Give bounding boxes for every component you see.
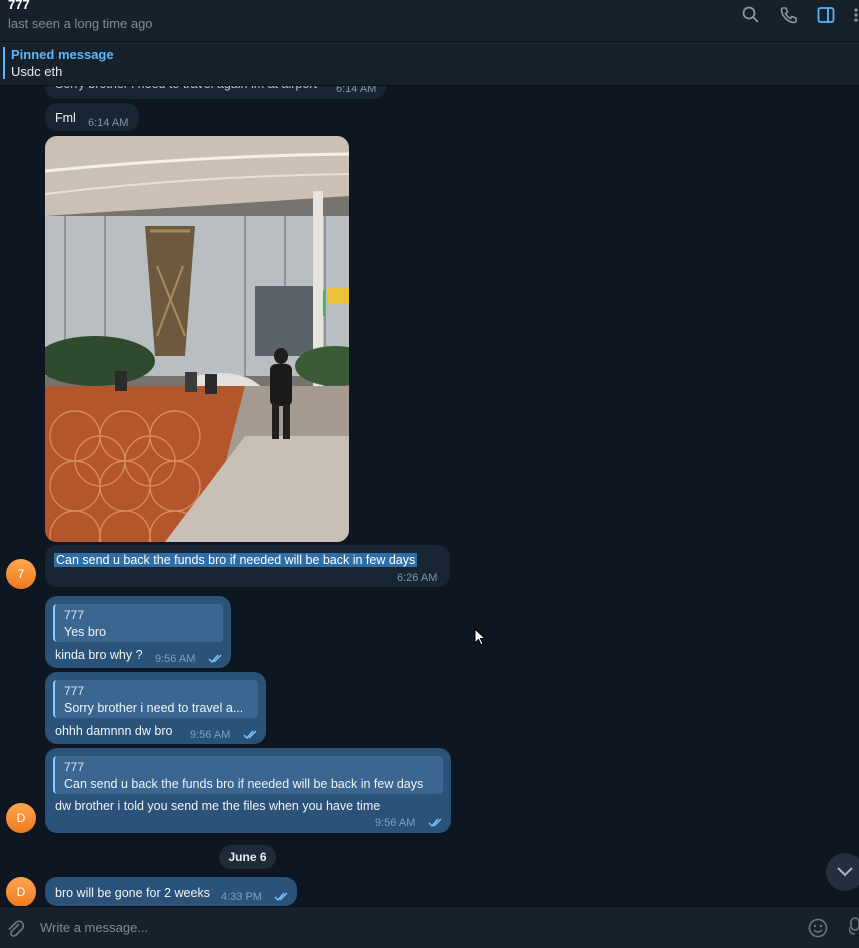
avatar[interactable]: D xyxy=(6,803,36,833)
photo-message[interactable] xyxy=(45,136,349,542)
close-icon[interactable] xyxy=(850,57,859,67)
chevron-down-icon xyxy=(837,867,853,877)
date-separator: June 6 xyxy=(219,845,276,869)
message-input[interactable]: Write a message... xyxy=(40,920,148,935)
read-check-icon xyxy=(208,654,222,664)
message-bubble[interactable]: 777 Yes bro kinda bro why ? 9:56 AM xyxy=(45,596,231,668)
sidebar-toggle-icon[interactable] xyxy=(816,5,836,25)
read-check-icon xyxy=(428,818,442,828)
message-bubble[interactable]: Can send u back the funds bro if needed … xyxy=(45,545,450,587)
message-bubble[interactable]: Sorry brother i need to travel again im … xyxy=(45,74,386,99)
message-text: Sorry brother i need to travel again im … xyxy=(55,77,317,91)
message-time: 6:26 AM xyxy=(397,572,438,584)
read-check-icon xyxy=(274,892,288,902)
reply-text: Sorry brother i need to travel a... xyxy=(64,701,244,715)
search-icon[interactable] xyxy=(741,5,761,25)
message-text: ohhh damnnn dw bro xyxy=(55,724,173,738)
reply-author: 777 xyxy=(64,608,85,622)
avatar[interactable]: 7 xyxy=(6,559,36,589)
message-bubble[interactable]: Fml 6:14 AM xyxy=(45,103,139,131)
message-text: dw brother i told you send me the files … xyxy=(55,799,381,813)
more-icon[interactable] xyxy=(852,5,859,25)
message-time: 6:14 AM xyxy=(88,117,129,129)
reply-text: Yes bro xyxy=(64,625,106,639)
message-time: 4:33 PM xyxy=(221,891,262,903)
message-bubble[interactable]: bro will be gone for 2 weeks 4:33 PM xyxy=(45,877,297,906)
message-time: 9:56 AM xyxy=(190,729,231,741)
attach-icon[interactable] xyxy=(6,918,24,938)
read-check-icon xyxy=(243,730,257,740)
message-text: bro will be gone for 2 weeks xyxy=(55,886,210,900)
message-text: Can send u back the funds bro if needed … xyxy=(54,553,418,567)
message-text: Fml xyxy=(55,111,76,125)
phone-icon[interactable] xyxy=(779,5,799,25)
microphone-icon[interactable] xyxy=(849,917,859,939)
chat-header: 777 last seen a long time ago xyxy=(0,0,859,42)
message-bubble[interactable]: 777 Sorry brother i need to travel a... … xyxy=(45,672,266,744)
message-time: 9:56 AM xyxy=(155,653,196,665)
reply-quote[interactable]: 777 Can send u back the funds bro if nee… xyxy=(53,756,443,794)
pinned-indicator xyxy=(3,47,5,79)
airport-photo xyxy=(45,136,349,542)
message-text: kinda bro why ? xyxy=(55,648,143,662)
avatar[interactable]: D xyxy=(6,877,36,907)
chat-title[interactable]: 777 xyxy=(8,0,30,12)
reply-quote[interactable]: 777 Sorry brother i need to travel a... xyxy=(53,680,258,718)
mouse-cursor-icon xyxy=(474,628,486,646)
reply-author: 777 xyxy=(64,760,85,774)
message-time: 6:14 AM xyxy=(336,83,377,95)
scroll-down-button[interactable] xyxy=(826,853,859,891)
message-composer: Write a message... xyxy=(0,906,859,948)
message-bubble[interactable]: 777 Can send u back the funds bro if nee… xyxy=(45,748,451,833)
message-time: 9:56 AM xyxy=(375,817,416,829)
reply-text: Can send u back the funds bro if needed … xyxy=(64,777,424,791)
pinned-title: Pinned message xyxy=(11,47,114,62)
last-seen-status: last seen a long time ago xyxy=(8,16,153,31)
reply-quote[interactable]: 777 Yes bro xyxy=(53,604,223,642)
emoji-icon[interactable] xyxy=(808,918,828,938)
reply-author: 777 xyxy=(64,684,85,698)
